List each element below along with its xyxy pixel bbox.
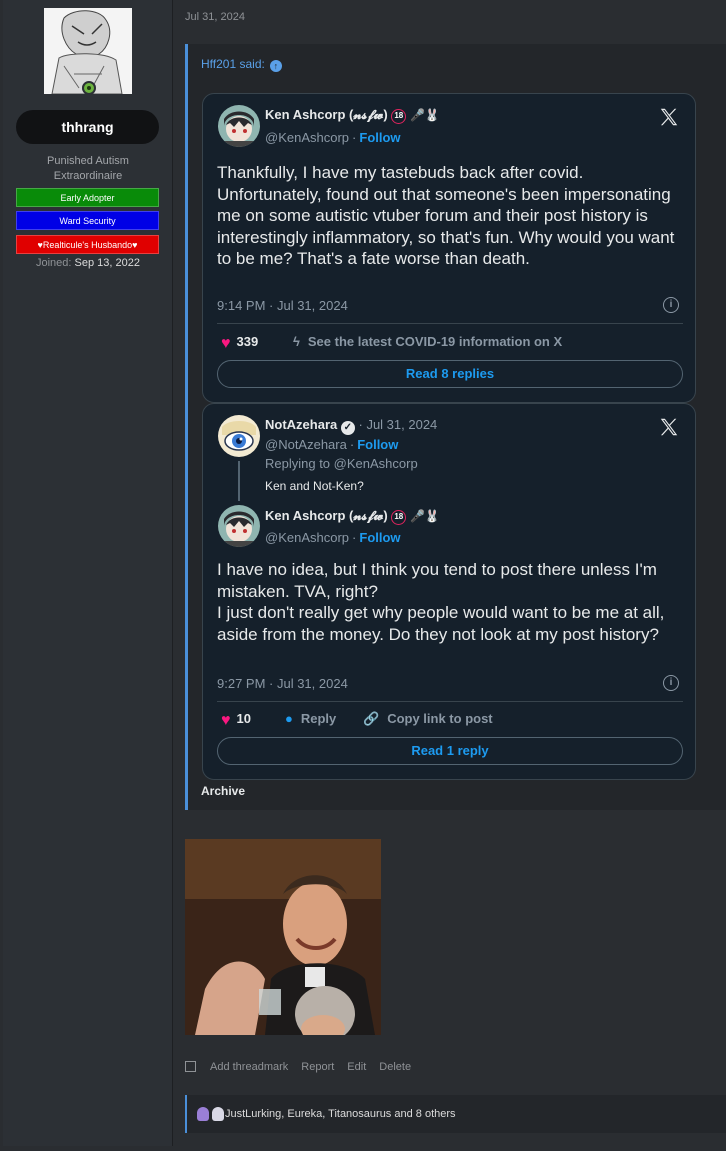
follow-button-3[interactable]: Follow [359,530,400,545]
tweet-timestamp[interactable]: 9:14 PM · Jul 31, 2024 [217,298,348,313]
x-logo-icon[interactable] [658,106,680,128]
like-button[interactable]: ♥ 339 [221,334,258,353]
jump-up-icon[interactable]: ↑ [269,60,282,72]
tweet-author-handle-2: @KenAshcorp · Follow [265,530,401,545]
age-restricted-icon: 18 [391,510,407,525]
parent-name-text[interactable]: NotAzehara [265,417,337,432]
select-checkbox[interactable] [185,1061,196,1072]
reactions-text[interactable]: JustLurking, Eureka, Titanosaurus and 8 … [225,1108,456,1120]
post-actions: Add threadmark Report Edit Delete [185,1061,424,1073]
reaction-gif[interactable] [185,839,381,1035]
tweet-author-name-2[interactable]: Ken Ashcorp (𝓷𝓼𝓯𝔀) 18 🎤🐰 [265,508,440,525]
tweet-timestamp-2[interactable]: 9:27 PM · Jul 31, 2024 [217,676,348,691]
divider [217,701,683,702]
follow-button-2[interactable]: Follow [357,437,398,452]
parent-handle-text[interactable]: @NotAzehara [265,437,347,452]
copy-link-text[interactable]: Copy link to post [387,711,492,726]
joined-label: Joined: [36,257,72,269]
author-name-text-2[interactable]: Ken Ashcorp (𝓷𝓼𝓯𝔀) [265,508,388,523]
divider [217,323,683,324]
reply-bubble-icon: ● [285,711,293,726]
parent-tweet-text: Ken and Not-Ken? [265,479,364,493]
reaction-icons [197,1107,225,1124]
copy-link-button[interactable]: 🔗 Copy link to post [363,711,493,727]
lightning-icon: ϟ [293,334,300,349]
reaction-2-icon [212,1107,225,1121]
handle-text-2[interactable]: @KenAshcorp [265,530,349,545]
edit-link[interactable]: Edit [347,1061,366,1073]
like-button-2[interactable]: ♥ 10 [221,711,251,730]
user-panel: thhrang Punished Autism Extraordinaire E… [3,0,173,1146]
add-threadmark-link[interactable]: Add threadmark [210,1061,288,1073]
tweet-text-2: I have no idea, but I think you tend to … [217,560,665,644]
author-emoji: 🎤🐰 [409,108,440,122]
username[interactable]: thhrang [16,110,159,144]
quote-author[interactable]: Hff201 said: [201,57,265,71]
covid-link-text[interactable]: See the latest COVID-19 information on X [308,334,562,349]
user-banner-husbando: ♥Realticule's Husbando♥ [16,235,159,254]
heart-icon: ♥ [221,712,231,729]
online-status-icon [82,81,96,95]
user-title: Punished Autism Extraordinaire [47,155,129,182]
handle-text[interactable]: @KenAshcorp [265,130,349,145]
quote-block: Hff201 said: ↑ Ken Ashcorp (𝓷𝓼𝓯𝔀) 18 🎤🐰 @… [185,44,726,810]
info-icon[interactable]: i [663,675,679,691]
info-icon[interactable]: i [663,297,679,313]
follow-button[interactable]: Follow [359,130,400,145]
post-date[interactable]: Jul 31, 2024 [185,11,245,23]
reply-parent-handle: @NotAzehara · Follow [265,437,399,452]
covid-info-link[interactable]: ϟ See the latest COVID-19 information on … [293,334,562,349]
ken-avatar[interactable] [218,105,260,147]
replying-to: Replying to @KenAshcorp [265,456,418,471]
tweet-author-handle: @KenAshcorp · Follow [265,130,401,145]
like-count-2: 10 [236,711,251,726]
read-reply-button[interactable]: Read 1 reply [217,737,683,765]
like-count: 339 [236,334,259,349]
reply-button[interactable]: ● Reply [285,711,336,726]
tweet-embed-1[interactable]: Ken Ashcorp (𝓷𝓼𝓯𝔀) 18 🎤🐰 @KenAshcorp · Fol… [202,93,696,403]
reply-text[interactable]: Reply [301,711,336,726]
tweet-text: Thankfully, I have my tastebuds back aft… [217,163,675,268]
tweet-author-name[interactable]: Ken Ashcorp (𝓷𝓼𝓯𝔀) 18 🎤🐰 [265,107,440,124]
notazehara-avatar[interactable] [218,415,260,457]
user-banner-early-adopter: Early Adopter [16,188,159,207]
archive-link[interactable]: Archive [201,784,245,798]
verified-icon: ✓ [340,421,355,435]
thread-line [238,461,240,501]
author-name-text[interactable]: Ken Ashcorp (𝓷𝓼𝓯𝔀) [265,107,388,122]
tweet-embed-2[interactable]: NotAzehara ✓ · Jul 31, 2024 @NotAzehara ·… [202,403,696,780]
x-logo-icon[interactable] [658,416,680,438]
read-replies-button[interactable]: Read 8 replies [217,360,683,388]
joined-date: Sep 13, 2022 [74,257,140,269]
quote-header[interactable]: Hff201 said: ↑ [201,57,282,72]
reply-parent-name[interactable]: NotAzehara ✓ · Jul 31, 2024 [265,417,437,435]
reaction-1-icon [197,1107,209,1121]
delete-link[interactable]: Delete [379,1061,411,1073]
joined-info: Joined: Sep 13, 2022 [13,257,163,269]
user-banner-ward-security: Ward Security [16,211,159,230]
parent-date[interactable]: Jul 31, 2024 [366,417,437,432]
ken-avatar-2[interactable] [218,505,260,547]
reactions-bar[interactable]: JustLurking, Eureka, Titanosaurus and 8 … [185,1095,726,1133]
link-icon: 🔗 [363,711,380,726]
report-link[interactable]: Report [301,1061,334,1073]
age-restricted-icon: 18 [391,109,407,124]
heart-icon: ♥ [221,335,231,352]
author-emoji-2: 🎤🐰 [409,509,440,523]
